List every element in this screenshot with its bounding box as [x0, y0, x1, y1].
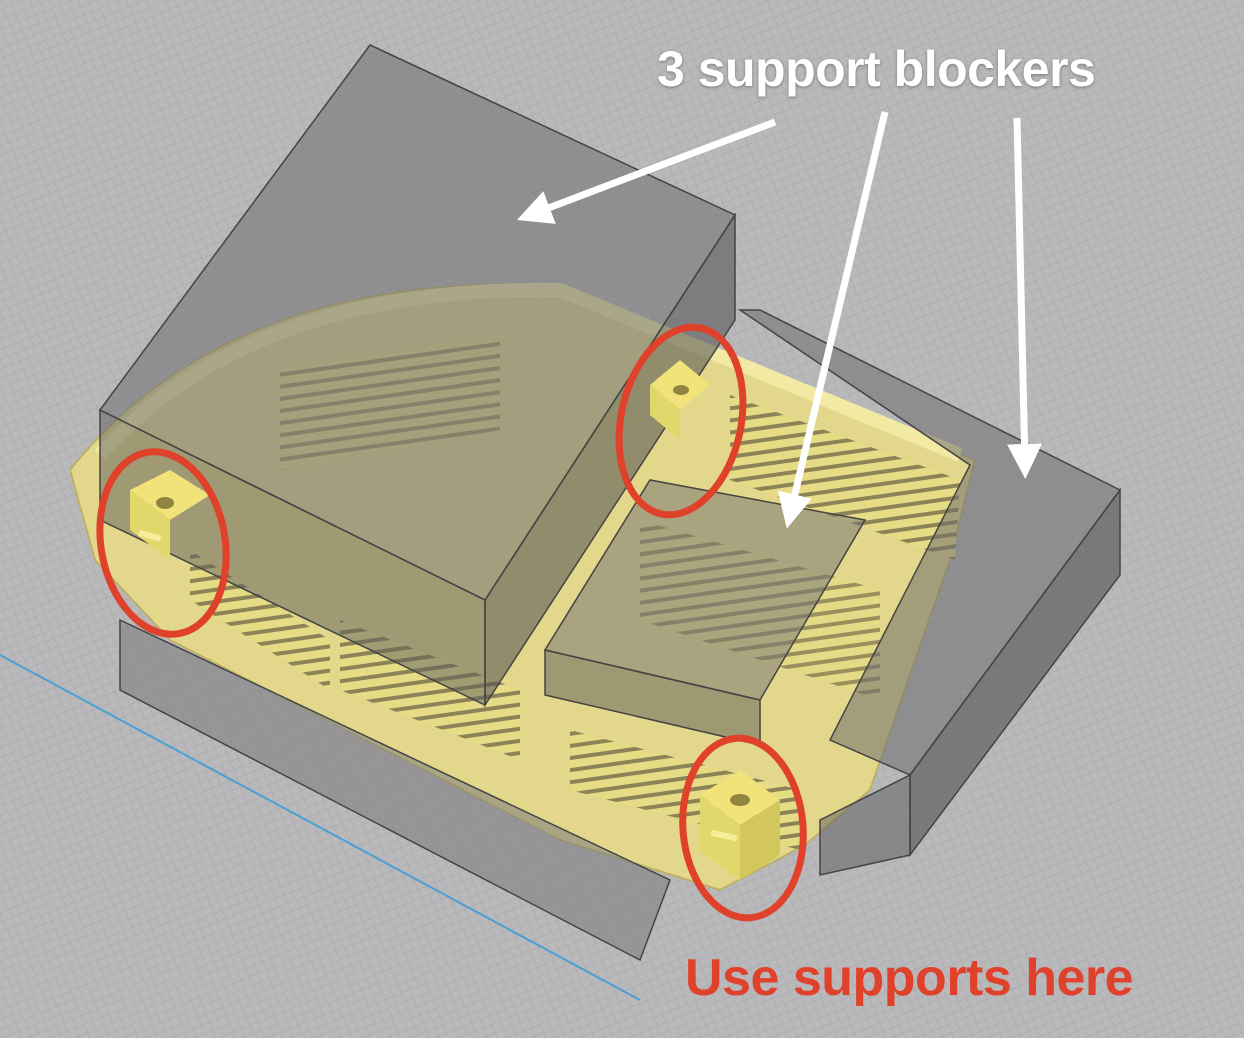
- supports-label: Use supports here: [685, 949, 1134, 1007]
- slicer-viewport[interactable]: [0, 0, 1244, 1038]
- blockers-label: 3 support blockers: [657, 41, 1096, 97]
